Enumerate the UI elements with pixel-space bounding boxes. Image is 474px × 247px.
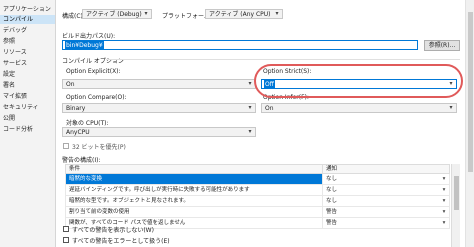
condition-cell: 遅延バインディングです。呼び出しが実行時に失敗する可能性があります (65, 184, 323, 196)
notify-value: なし (326, 176, 338, 182)
option-strict-value: Off (264, 80, 275, 89)
condition-cell: 割り当て前の変数の使用 (65, 206, 323, 218)
scrollbar-thumb[interactable] (468, 12, 473, 172)
option-compare-select[interactable]: Binary ▾ (62, 103, 256, 113)
sidebar-item-application[interactable]: アプリケーション (0, 5, 55, 14)
chevron-down-icon: ▾ (442, 220, 446, 226)
option-infer-value: On (265, 105, 274, 112)
sidebar-item-label: 公開 (3, 115, 16, 122)
target-cpu-label: 対象の CPU(T): (66, 120, 109, 127)
sidebar-item-label: マイ拡張 (3, 93, 28, 100)
sidebar-item-services[interactable]: サービス (0, 59, 55, 68)
option-infer-label: Option Infer(F): (263, 94, 309, 101)
notify-value: 警告 (326, 209, 338, 215)
notify-cell[interactable]: 警告 ▾ (322, 206, 450, 218)
chevron-down-icon: ▾ (449, 80, 453, 87)
condition-cell: 暗黙的な型です。オブジェクトと見なされます。 (65, 195, 323, 207)
platform-value: アクティブ (Any CPU) (209, 11, 271, 18)
page-scrollbar[interactable] (465, 0, 474, 247)
warnings-table: 条件 通知 暗黙的な変換 なし ▾ 遅延バインディングです。呼び出しが実行時に失敗… (65, 164, 450, 229)
platform-select[interactable]: アクティブ (Any CPU) ▾ (205, 9, 283, 19)
sidebar-item-my-extensions[interactable]: マイ拡張 (0, 92, 55, 101)
notify-value: なし (326, 198, 338, 204)
sidebar-item-debug[interactable]: デバッグ (0, 26, 55, 35)
sidebar-item-signing[interactable]: 署名 (0, 81, 55, 90)
condition-cell: 暗黙的な変換 (65, 173, 323, 185)
chevron-down-icon: ▾ (144, 10, 148, 17)
notify-cell[interactable]: なし ▾ (322, 195, 450, 207)
sidebar-item-label: デバッグ (3, 27, 28, 34)
sidebar-item-settings[interactable]: 設定 (0, 70, 55, 79)
sidebar-item-label: コード分析 (3, 126, 34, 133)
chevron-down-icon: ▾ (275, 10, 279, 17)
notify-cell[interactable]: なし ▾ (322, 184, 450, 196)
sidebar-item-publish[interactable]: 公開 (0, 114, 55, 123)
warnings-scrollbar[interactable] (451, 164, 460, 247)
column-header-notify[interactable]: 通知 (322, 164, 450, 174)
target-cpu-value: AnyCPU (66, 129, 90, 136)
chevron-down-icon: ▾ (442, 198, 446, 204)
chevron-down-icon: ▾ (248, 80, 252, 87)
notify-value: なし (326, 187, 338, 193)
sidebar-item-references[interactable]: 参照 (0, 37, 55, 46)
table-row[interactable]: 暗黙的な変換 なし ▾ (65, 173, 450, 185)
browse-button[interactable]: 参照(R)... (424, 40, 460, 51)
build-output-input[interactable]: bin¥Debug¥ (62, 40, 418, 50)
sidebar-item-label: 設定 (3, 71, 16, 78)
disable-warnings-checkbox[interactable] (63, 226, 69, 232)
option-strict-label: Option Strict(S): (263, 68, 312, 75)
build-output-value: bin¥Debug¥ (65, 41, 104, 50)
section-divider (108, 59, 460, 60)
sidebar-item-resources[interactable]: リソース (0, 48, 55, 57)
disable-warnings-label: すべての警告を表示しない(W) (72, 227, 154, 234)
config-value: アクティブ (Debug) (86, 11, 142, 18)
table-row[interactable]: 暗黙的な型です。オブジェクトと見なされます。 なし ▾ (65, 195, 450, 207)
prefer32-label: 32 ビットを優先(P) (72, 144, 126, 151)
table-row[interactable]: 割り当て前の変数の使用 警告 ▾ (65, 206, 450, 218)
scrollbar-thumb[interactable] (454, 176, 459, 210)
treat-warnings-errors-checkbox[interactable] (63, 237, 69, 243)
option-explicit-value: On (66, 81, 75, 88)
chevron-down-icon: ▾ (449, 104, 453, 111)
option-explicit-select[interactable]: On ▾ (62, 79, 256, 89)
sidebar-item-label: セキュリティ (3, 104, 39, 111)
chevron-down-icon: ▾ (442, 176, 446, 182)
sidebar: アプリケーション コンパイル デバッグ 参照 リソース サービス 設定 署名 マ… (0, 0, 56, 247)
sidebar-item-security[interactable]: セキュリティ (0, 103, 55, 112)
option-compare-label: Option Compare(O): (66, 94, 127, 101)
sidebar-item-label: アプリケーション (3, 6, 51, 13)
chevron-down-icon: ▾ (248, 128, 252, 135)
target-cpu-select[interactable]: AnyCPU ▾ (62, 127, 256, 137)
option-strict-select[interactable]: Off ▾ (261, 79, 457, 89)
chevron-down-icon: ▾ (442, 187, 446, 193)
option-compare-value: Binary (66, 105, 86, 112)
warnings-label: 警告の構成(I): (62, 157, 101, 164)
sidebar-item-label: 参照 (3, 38, 16, 45)
sidebar-item-compile[interactable]: コンパイル (0, 15, 55, 24)
compile-options-title: コンパイル オプション (62, 58, 124, 65)
notify-cell[interactable]: なし ▾ (322, 173, 450, 185)
sidebar-item-code-analysis[interactable]: コード分析 (0, 125, 55, 134)
notify-cell[interactable]: 警告 ▾ (322, 217, 450, 229)
chevron-down-icon: ▾ (442, 209, 446, 215)
table-header-row: 条件 通知 (65, 164, 450, 174)
column-header-condition[interactable]: 条件 (65, 164, 323, 174)
notify-value: 警告 (326, 220, 338, 226)
sidebar-item-label: リソース (3, 49, 27, 56)
treat-warnings-errors-label: すべての警告をエラーとして扱う(E) (72, 238, 170, 245)
sidebar-item-label: コンパイル (3, 16, 34, 23)
option-explicit-label: Option Explicit(X): (66, 68, 121, 75)
sidebar-item-label: サービス (3, 60, 28, 67)
sidebar-item-label: 署名 (3, 82, 16, 89)
build-output-label: ビルド出力パス(U): (62, 33, 116, 40)
config-select[interactable]: アクティブ (Debug) ▾ (82, 9, 152, 19)
table-row[interactable]: 遅延バインディングです。呼び出しが実行時に失敗する可能性があります なし ▾ (65, 184, 450, 196)
option-infer-select[interactable]: On ▾ (261, 103, 457, 113)
chevron-down-icon: ▾ (248, 104, 252, 111)
prefer32-checkbox[interactable] (63, 143, 69, 149)
